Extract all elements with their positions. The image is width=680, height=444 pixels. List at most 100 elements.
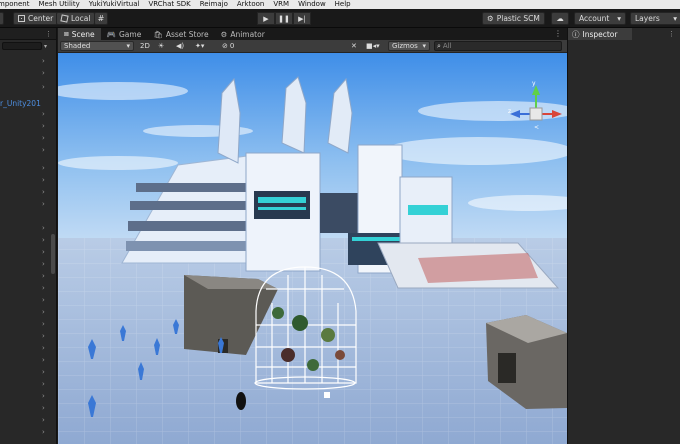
audio-toggle[interactable]: ◀) — [176, 41, 184, 51]
tree-expand-arrow[interactable]: › — [42, 428, 45, 436]
tree-expand-arrow[interactable]: › — [42, 200, 45, 208]
hierarchy-search-input[interactable] — [2, 42, 42, 50]
tools-button[interactable]: ✕ — [351, 41, 357, 51]
svg-text:<: < — [534, 124, 539, 131]
info-icon: ⓘ — [572, 29, 580, 39]
tree-expand-arrow[interactable]: › — [42, 236, 45, 244]
lighting-toggle[interactable]: ☀ — [158, 41, 164, 51]
local-label: Local — [71, 14, 91, 23]
kebab-menu-icon[interactable]: ⋮ — [668, 30, 675, 38]
tree-expand-arrow[interactable]: › — [42, 260, 45, 268]
tab-asset-store[interactable]: 🛍 Asset Store — [147, 28, 214, 40]
effects-dropdown[interactable]: ✦▾ — [195, 41, 204, 51]
menu-yukiyukivirtual[interactable]: YukiYukiVirtual — [89, 1, 140, 8]
tree-expand-arrow[interactable]: › — [42, 392, 45, 400]
scene-search-field[interactable]: ⌕ All — [434, 41, 562, 51]
tool-handle-button[interactable] — [0, 12, 4, 25]
plastic-scm-button[interactable]: ⚙ Plastic SCM — [482, 12, 545, 25]
tree-expand-arrow[interactable]: › — [42, 83, 45, 91]
audio-icon: ◀) — [176, 42, 185, 50]
tree-expand-arrow[interactable]: › — [42, 134, 45, 142]
camera-dropdown[interactable]: ■◂▾ — [366, 41, 380, 51]
menu-vrchat-sdk[interactable]: VRChat SDK — [148, 1, 190, 8]
black-ring-object — [236, 392, 246, 410]
tree-expand-arrow[interactable]: › — [42, 110, 45, 118]
toggle-2d-button[interactable]: 2D — [140, 41, 150, 51]
tree-expand-arrow[interactable]: › — [42, 57, 45, 65]
menu-reimajo[interactable]: Reimajo — [200, 1, 228, 8]
shading-mode-label: Shaded — [64, 42, 91, 50]
tree-expand-arrow[interactable]: › — [42, 69, 45, 77]
tab-asset-store-label: Asset Store — [165, 29, 209, 39]
hierarchy-search[interactable]: ▾ — [0, 40, 56, 52]
svg-text:z: z — [508, 108, 511, 115]
tree-expand-arrow[interactable]: › — [42, 356, 45, 364]
pivot-local-button[interactable]: Local — [56, 12, 96, 25]
tree-expand-arrow[interactable]: › — [42, 416, 45, 424]
step-icon: ▶| — [298, 14, 306, 23]
menu-arktoon[interactable]: Arktoon — [237, 1, 264, 8]
tree-expand-arrow[interactable]: › — [42, 332, 45, 340]
tree-expand-arrow[interactable]: › — [42, 224, 45, 232]
tree-expand-arrow[interactable]: › — [42, 320, 45, 328]
tree-expand-arrow[interactable]: › — [42, 308, 45, 316]
tab-inspector-label: Inspector — [582, 29, 618, 39]
layers-label: Layers — [635, 14, 660, 23]
scene-viewport[interactable]: y z < — [58, 53, 567, 444]
game-icon: 🎮 — [106, 29, 116, 39]
chevron-down-icon: ▾ — [422, 42, 426, 50]
inspector-panel: ⓘ Inspector ⋮ — [567, 28, 680, 444]
gizmos-label: Gizmos — [392, 42, 418, 50]
tree-expand-arrow[interactable]: › — [42, 122, 45, 130]
scene-panel: ⧈ Scene 🎮 Game 🛍 Asset Store ⚙ Animator … — [58, 28, 567, 444]
kebab-menu-icon[interactable]: ⋮ — [45, 30, 52, 38]
account-dropdown[interactable]: Account ▾ — [574, 12, 626, 25]
tab-animator[interactable]: ⚙ Animator — [215, 28, 271, 40]
cloud-button[interactable]: ☁ — [551, 12, 569, 25]
tree-expand-arrow[interactable]: › — [42, 296, 45, 304]
menu-window[interactable]: Window — [298, 1, 326, 8]
scene-tabs: ⧈ Scene 🎮 Game 🛍 Asset Store ⚙ Animator … — [58, 28, 567, 40]
hierarchy-scrollbar[interactable] — [51, 234, 55, 274]
step-button[interactable]: ▶| — [293, 12, 311, 25]
tab-inspector[interactable]: ⓘ Inspector — [568, 28, 632, 40]
kebab-menu-icon[interactable]: ⋮ — [554, 29, 562, 38]
tab-scene-label: Scene — [71, 29, 95, 39]
tab-game[interactable]: 🎮 Game — [101, 28, 148, 40]
light-icon: ☀ — [158, 42, 165, 50]
tree-expand-arrow[interactable]: › — [42, 146, 45, 154]
tree-expand-arrow[interactable]: › — [42, 176, 45, 184]
menu-mesh-utility[interactable]: Mesh Utility — [38, 1, 79, 8]
menu-vrm[interactable]: VRM — [273, 1, 289, 8]
white-cube — [324, 392, 330, 398]
tree-expand-arrow[interactable]: › — [42, 248, 45, 256]
layers-dropdown[interactable]: Layers ▾ — [630, 12, 680, 25]
pause-icon: ❚❚ — [278, 14, 290, 23]
tab-scene[interactable]: ⧈ Scene — [58, 28, 101, 40]
tree-expand-arrow[interactable]: › — [42, 188, 45, 196]
tree-expand-arrow[interactable]: › — [42, 284, 45, 292]
center-icon — [18, 15, 25, 22]
hidden-objects-toggle[interactable]: ⊘ 0 — [222, 41, 234, 51]
cloud-icon: ☁ — [556, 14, 564, 23]
pause-button[interactable]: ❚❚ — [275, 12, 293, 25]
hierarchy-header: ⋮ — [0, 28, 56, 40]
tree-expand-arrow[interactable]: › — [42, 344, 45, 352]
play-icon: ▶ — [263, 14, 269, 23]
tree-expand-arrow[interactable]: › — [42, 368, 45, 376]
gizmos-dropdown[interactable]: Gizmos ▾ — [388, 41, 430, 51]
hierarchy-scene-root[interactable]: r_Unity201 — [0, 99, 41, 108]
hidden-count: 0 — [229, 42, 235, 50]
menu-component[interactable]: mponent — [0, 1, 29, 8]
main-toolbar: Center Local # ▶ ❚❚ ▶| ⚙ Plastic SCM ☁ A… — [0, 9, 680, 28]
pivot-center-button[interactable]: Center — [13, 12, 59, 25]
tree-expand-arrow[interactable]: › — [42, 164, 45, 172]
shading-mode-dropdown[interactable]: Shaded ▾ — [60, 41, 134, 51]
tree-expand-arrow[interactable]: › — [42, 272, 45, 280]
tree-expand-arrow[interactable]: › — [42, 404, 45, 412]
menu-help[interactable]: Help — [335, 1, 351, 8]
tree-expand-arrow[interactable]: › — [42, 380, 45, 388]
snap-grid-button[interactable]: # — [94, 12, 108, 25]
play-button[interactable]: ▶ — [257, 12, 275, 25]
chevron-down-icon: ▾ — [617, 14, 621, 23]
